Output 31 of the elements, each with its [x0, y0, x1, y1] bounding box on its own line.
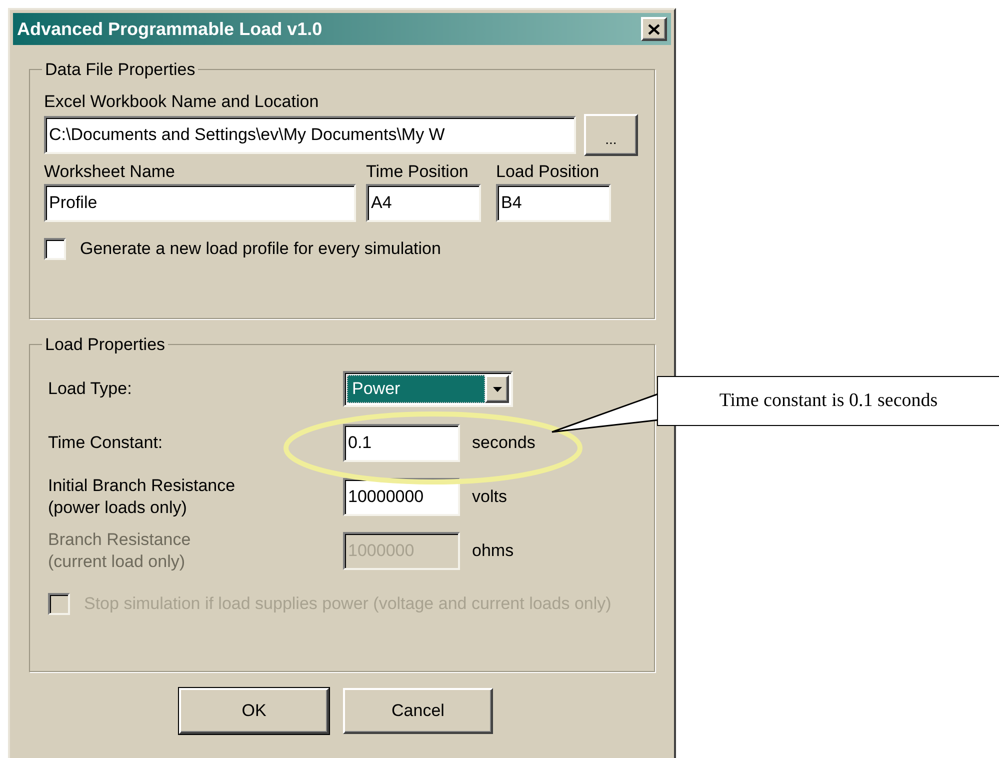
- row-label: (current load only): [48, 551, 186, 573]
- workbook-field[interactable]: C:\Documents and Settings\ev\My Documents\My W: [44, 116, 576, 154]
- unit-label: ohms: [472, 540, 514, 562]
- time-position-label: Time Position: [366, 161, 470, 183]
- dropdown-arrow-button[interactable]: [485, 375, 509, 403]
- row-label: Initial Branch Resistance: [48, 475, 236, 497]
- worksheet-label: Worksheet Name: [44, 161, 176, 183]
- checkbox[interactable]: [44, 238, 66, 260]
- time-position-field[interactable]: A4: [366, 184, 481, 222]
- load-position-field[interactable]: B4: [496, 184, 611, 222]
- workbook-label: Excel Workbook Name and Location: [44, 91, 320, 113]
- load-type-dropdown[interactable]: Power: [343, 371, 513, 407]
- window-title: Advanced Programmable Load v1.0: [17, 18, 322, 41]
- dialog-button[interactable]: OK: [179, 688, 329, 734]
- unit-label: seconds: [472, 432, 536, 454]
- row-label: Time Constant:: [48, 432, 164, 454]
- row-label: Branch Resistance: [48, 529, 192, 551]
- row-label: (power loads only): [48, 497, 188, 519]
- dropdown-value: Power: [347, 375, 485, 403]
- close-button[interactable]: [641, 17, 667, 41]
- close-icon: [648, 24, 660, 34]
- callout-text: Time constant is 0.1 seconds: [719, 388, 938, 413]
- load-position-label: Load Position: [496, 161, 600, 183]
- row-label: Load Type:: [48, 378, 133, 400]
- browse-button[interactable]: ...: [584, 114, 638, 156]
- caret-icon: [492, 386, 502, 392]
- worksheet-field[interactable]: Profile: [44, 184, 356, 222]
- unit-label: volts: [472, 486, 507, 508]
- value-field[interactable]: 0.1: [343, 424, 460, 462]
- checkbox-label: Generate a new load profile for every simulation: [80, 238, 441, 260]
- dialog-button[interactable]: Cancel: [343, 688, 493, 734]
